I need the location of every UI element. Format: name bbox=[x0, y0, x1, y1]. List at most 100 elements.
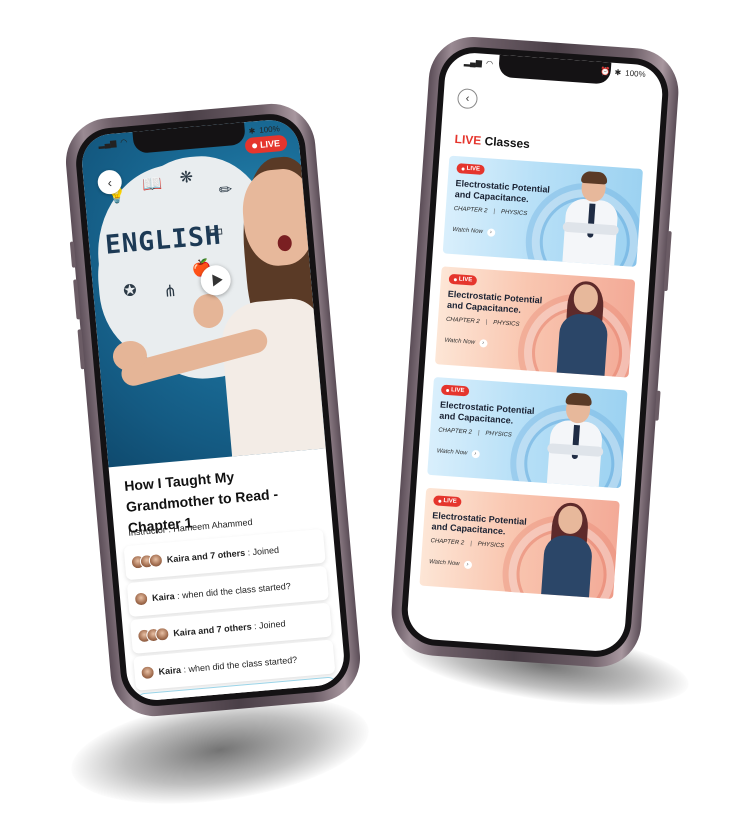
live-dot-icon bbox=[438, 499, 442, 503]
live-badge: LIVE bbox=[448, 273, 478, 286]
live-badge-label: LIVE bbox=[443, 497, 457, 505]
book-icon: 📖 bbox=[141, 175, 163, 195]
teacher-top bbox=[556, 312, 609, 378]
class-title: Electrostatic Potential and Capacitance. bbox=[438, 399, 535, 426]
avatar bbox=[154, 626, 170, 642]
class-meta: CHAPTER 2 | PHYSICS bbox=[430, 538, 504, 549]
avatar bbox=[140, 665, 156, 681]
live-badge-label: LIVE bbox=[466, 165, 481, 173]
arrow-right-icon: › bbox=[486, 228, 496, 237]
side-button bbox=[69, 241, 77, 268]
avatar-group bbox=[140, 665, 156, 681]
avatar-group bbox=[130, 552, 164, 570]
subject-label: PHYSICS bbox=[492, 320, 520, 328]
signal-icon: ▂▄▆ bbox=[463, 57, 483, 68]
page-title: LIVE Classes bbox=[454, 132, 530, 151]
teacher-top bbox=[540, 534, 594, 600]
subject-label: PHYSICS bbox=[485, 430, 512, 439]
chat-message: : Joined bbox=[251, 618, 286, 632]
chat-message: : when did the class started? bbox=[180, 654, 298, 675]
watch-now-link[interactable]: Watch Now › bbox=[436, 447, 480, 459]
live-dot-icon bbox=[461, 166, 465, 171]
class-card[interactable]: LIVE Electrostatic Potential and Capacit… bbox=[442, 155, 644, 267]
arrow-right-icon: › bbox=[463, 560, 472, 570]
class-meta: CHAPTER 2 | PHYSICS bbox=[446, 317, 520, 328]
teacher-hair bbox=[565, 392, 593, 407]
class-title: Electrostatic Potential and Capacitance. bbox=[431, 510, 528, 537]
share-icon: ⋔ bbox=[162, 282, 178, 301]
bezel: ✱ 100% ▂▄▆ ◠ 💡 📖 ❋ ✏ ▭ ✪ ⋔ 🍎 ENGLISH ‹ L… bbox=[73, 111, 353, 709]
watch-now-label: Watch Now bbox=[428, 559, 460, 568]
avatar bbox=[133, 591, 149, 607]
chat-list: Kaira and 7 others : Joined Kaira : when… bbox=[123, 528, 336, 694]
signal-icon: ▂▄▆ bbox=[98, 138, 117, 149]
medal-icon: ✪ bbox=[122, 282, 138, 301]
phone-left: ✱ 100% ▂▄▆ ◠ 💡 📖 ❋ ✏ ▭ ✪ ⋔ 🍎 ENGLISH ‹ L… bbox=[62, 100, 364, 720]
meta-separator: | bbox=[469, 540, 472, 548]
live-dot-icon bbox=[251, 142, 258, 149]
teacher-photo bbox=[535, 501, 601, 600]
live-badge: LIVE bbox=[433, 495, 463, 508]
meta-separator: | bbox=[493, 208, 496, 215]
meta-separator: | bbox=[477, 430, 480, 437]
network-icon: ❋ bbox=[178, 168, 194, 187]
wifi-icon: ◠ bbox=[485, 58, 494, 69]
subject-label: PHYSICS bbox=[500, 209, 528, 218]
teacher-photo bbox=[543, 392, 609, 489]
watch-now-label: Watch Now bbox=[452, 226, 484, 236]
chevron-left-icon: ‹ bbox=[465, 92, 470, 105]
live-badge-label: LIVE bbox=[259, 138, 281, 150]
chat-author: Kaira bbox=[151, 591, 176, 603]
chevron-left-icon: ‹ bbox=[106, 174, 113, 190]
send-icon[interactable] bbox=[312, 686, 327, 701]
class-card[interactable]: LIVE Electrostatic Potential and Capacit… bbox=[427, 377, 628, 489]
live-badge-label: LIVE bbox=[458, 276, 473, 284]
class-meta: CHAPTER 2 | PHYSICS bbox=[438, 427, 512, 438]
teacher-photo bbox=[550, 280, 616, 378]
live-dot-icon bbox=[446, 388, 450, 392]
bezel: ⏰ ✱ 100% ▂▄▆ ◠ ‹ LIVE Classes LIVE Elect… bbox=[399, 44, 671, 660]
class-title: Electrostatic Potential and Capacitance. bbox=[446, 288, 543, 315]
live-dot-icon bbox=[453, 277, 457, 281]
bluetooth-icon: ✱ bbox=[614, 67, 622, 78]
wifi-icon: ◠ bbox=[119, 137, 128, 148]
phone-right: ⏰ ✱ 100% ▂▄▆ ◠ ‹ LIVE Classes LIVE Elect… bbox=[388, 34, 682, 670]
class-card[interactable]: LIVE Electrostatic Potential and Capacit… bbox=[419, 487, 620, 600]
avatar-group bbox=[136, 626, 170, 644]
class-card-list: LIVE Electrostatic Potential and Capacit… bbox=[419, 155, 644, 612]
watch-now-link[interactable]: Watch Now › bbox=[428, 558, 472, 570]
watch-now-label: Watch Now bbox=[444, 337, 476, 346]
subject-label: PHYSICS bbox=[477, 541, 505, 550]
class-meta: CHAPTER 2 | PHYSICS bbox=[454, 206, 528, 217]
live-lesson-screen: ✱ 100% ▂▄▆ ◠ 💡 📖 ❋ ✏ ▭ ✪ ⋔ 🍎 ENGLISH ‹ L… bbox=[79, 117, 347, 703]
play-icon bbox=[211, 273, 223, 287]
class-card[interactable]: LIVE Electrostatic Potential and Capacit… bbox=[434, 266, 636, 378]
video-player[interactable]: 💡 📖 ❋ ✏ ▭ ✪ ⋔ 🍎 ENGLISH bbox=[79, 117, 326, 468]
chat-message: : when did the class started? bbox=[174, 580, 292, 602]
chat-author: Kaira and 7 others bbox=[166, 547, 246, 565]
live-classes-screen: ⏰ ✱ 100% ▂▄▆ ◠ ‹ LIVE Classes LIVE Elect… bbox=[405, 51, 665, 653]
live-badge: LIVE bbox=[456, 163, 486, 176]
watch-now-link[interactable]: Watch Now › bbox=[444, 337, 488, 348]
teacher-photo bbox=[558, 170, 624, 267]
notch bbox=[498, 54, 612, 85]
avatar bbox=[148, 552, 164, 569]
page-title-rest: Classes bbox=[480, 133, 531, 152]
chapter-label: CHAPTER 2 bbox=[453, 205, 488, 215]
chapter-label: CHAPTER 2 bbox=[438, 427, 473, 436]
battery-label: 100% bbox=[258, 124, 281, 135]
chat-message: : Joined bbox=[244, 544, 280, 558]
watch-now-link[interactable]: Watch Now › bbox=[452, 226, 496, 237]
watch-now-label: Watch Now bbox=[436, 448, 468, 457]
battery-label: 100% bbox=[624, 68, 646, 80]
arrow-right-icon: › bbox=[471, 449, 480, 459]
pencil-icon: ✏ bbox=[218, 181, 234, 200]
chapter-label: CHAPTER 2 bbox=[445, 316, 480, 326]
live-badge-label: LIVE bbox=[450, 387, 465, 395]
chat-author: Kaira and 7 others bbox=[172, 621, 252, 639]
back-button[interactable]: ‹ bbox=[456, 88, 479, 110]
signal-icons: ▂▄▆ ◠ bbox=[464, 57, 494, 68]
arrow-right-icon: › bbox=[478, 339, 488, 348]
teacher-hair bbox=[580, 170, 608, 185]
side-button bbox=[73, 279, 81, 320]
